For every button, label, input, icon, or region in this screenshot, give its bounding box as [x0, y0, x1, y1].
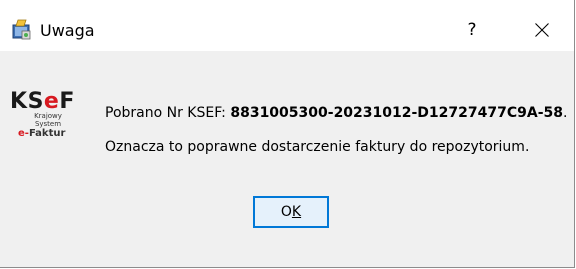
- logo-letter-e: e: [43, 89, 60, 114]
- logo-letter-s: S: [27, 89, 44, 114]
- ksef-number: 8831005300-20231012-D12727477C9A-58: [230, 105, 564, 121]
- logo-letter-k: K: [10, 89, 28, 114]
- logo-letter-f: F: [59, 89, 75, 114]
- logo-bottom-rest: Faktur: [28, 128, 66, 139]
- message-line-1: Pobrano Nr KSEF: 8831005300-20231012-D12…: [105, 103, 567, 123]
- message-suffix: .: [563, 105, 568, 121]
- message-line-2: Oznacza to poprawne dostarczenie faktury…: [105, 139, 530, 155]
- installer-icon: [10, 19, 32, 41]
- logo-wordmark: KSeF: [10, 90, 75, 114]
- close-button[interactable]: [519, 12, 565, 48]
- ksef-logo: KSeF Krajowy System e-Faktur: [10, 90, 90, 160]
- message-dialog: Uwaga ? KSeF Krajowy System e-Faktur Pob…: [0, 0, 575, 268]
- help-button[interactable]: ?: [449, 12, 495, 48]
- window-title: Uwaga: [40, 21, 95, 40]
- logo-bottom-text: e-Faktur: [18, 128, 65, 140]
- ok-button[interactable]: OK: [253, 196, 329, 228]
- ok-label-underlined: K: [291, 204, 302, 220]
- close-icon: [535, 23, 549, 37]
- logo-subtitle-line1: Krajowy: [34, 112, 62, 120]
- logo-bottom-red: e-: [18, 128, 29, 139]
- logo-subtitle-line2: System: [34, 120, 62, 128]
- ok-label-first: O: [280, 204, 292, 220]
- title-bar[interactable]: Uwaga ?: [0, 0, 574, 51]
- message-prefix: Pobrano Nr KSEF:: [105, 105, 231, 121]
